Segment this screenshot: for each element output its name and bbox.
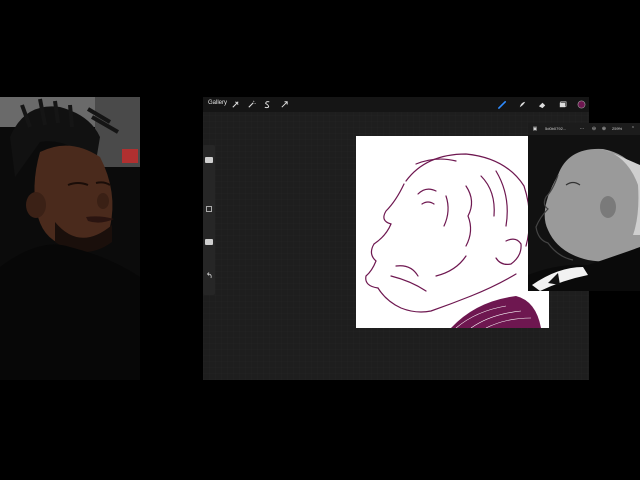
webcam-feed: [0, 97, 140, 380]
reference-image-icon[interactable]: ▣: [531, 125, 539, 133]
modify-button[interactable]: [205, 205, 213, 213]
eraser-icon[interactable]: [537, 99, 547, 110]
reference-photo: [528, 135, 640, 291]
reference-title: 5d0b0792...: [545, 126, 567, 131]
brush-icon[interactable]: [497, 99, 507, 110]
opacity-slider[interactable]: [205, 239, 213, 245]
reference-window[interactable]: ▣ 5d0b0792... ··· ⊖ ⊕ 259% ⌃: [528, 123, 640, 291]
brush-size-slider[interactable]: [205, 157, 213, 163]
webcam-person-image: [0, 97, 140, 380]
color-swatch-icon[interactable]: [576, 99, 586, 110]
left-sidebar: [203, 145, 215, 295]
drawing-canvas[interactable]: [356, 136, 549, 328]
zoom-level: 259%: [612, 126, 623, 131]
reference-toolbar: ▣ 5d0b0792... ··· ⊖ ⊕ 259% ⌃: [528, 123, 640, 135]
sketch-drawing: [365, 153, 541, 328]
undo-icon[interactable]: [205, 271, 213, 279]
wrench-icon[interactable]: [230, 99, 240, 110]
smudge-icon[interactable]: [517, 99, 527, 110]
gallery-button[interactable]: Gallery: [208, 100, 227, 106]
magic-wand-icon[interactable]: [246, 99, 256, 110]
selection-s-icon[interactable]: [262, 99, 272, 110]
top-toolbar: Gallery: [203, 97, 589, 112]
layers-icon[interactable]: [557, 99, 567, 110]
more-icon[interactable]: ···: [578, 125, 586, 133]
zoom-in-icon[interactable]: ⊕: [600, 125, 608, 133]
transform-arrow-icon[interactable]: [279, 99, 289, 110]
zoom-out-icon[interactable]: ⊖: [590, 125, 598, 133]
collapse-icon[interactable]: ⌃: [629, 125, 637, 133]
